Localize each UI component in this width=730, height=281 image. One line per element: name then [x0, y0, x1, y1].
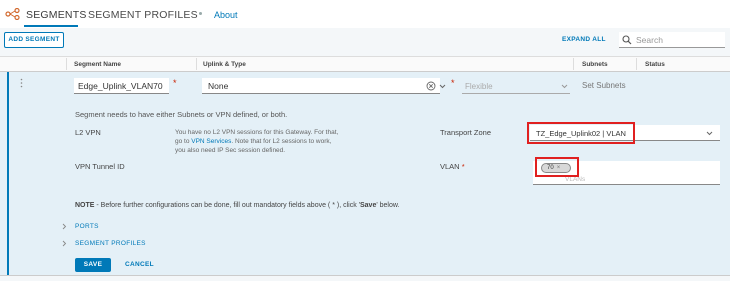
column-header-uplink-type[interactable]: Uplink & Type — [203, 61, 246, 68]
highlight-box — [535, 157, 579, 177]
uplink-type-select[interactable]: None — [202, 78, 440, 94]
required-asterisk: * — [451, 78, 455, 88]
tab-segments[interactable]: SEGMENTS — [26, 9, 87, 21]
chevron-right-icon[interactable] — [62, 223, 67, 230]
note-save-word: Save — [359, 202, 377, 209]
clear-icon[interactable] — [426, 81, 436, 91]
highlight-box — [527, 122, 635, 144]
search-icon[interactable] — [622, 35, 632, 45]
l2vpn-message-line: You have no L2 VPN sessions for this Gat… — [175, 129, 339, 136]
note-text: ' below. — [376, 202, 400, 209]
chevron-down-icon[interactable] — [561, 84, 568, 89]
cancel-button[interactable]: CANCEL — [125, 261, 154, 268]
column-divider — [66, 58, 67, 70]
add-segment-button[interactable]: ADD SEGMENT — [4, 32, 64, 48]
l2vpn-message-text: go to — [175, 138, 192, 145]
segment-name-field[interactable]: Edge_Uplink_VLAN70 — [74, 78, 169, 94]
tab-active-indicator — [24, 25, 78, 27]
column-header-segment-name[interactable]: Segment Name — [74, 61, 121, 68]
vpn-tunnel-id-label: VPN Tunnel ID — [75, 162, 125, 171]
transport-zone-label: Transport Zone — [440, 128, 491, 137]
save-button[interactable]: SAVE — [75, 258, 111, 272]
column-divider — [636, 58, 637, 70]
column-header-subnets[interactable]: Subnets — [582, 61, 608, 68]
vlan-label-text: VLAN — [440, 162, 460, 171]
vlan-placeholder: VLANs — [565, 176, 586, 183]
required-asterisk: * — [173, 78, 177, 88]
tab-segment-profiles[interactable]: SEGMENT PROFILES — [88, 9, 198, 21]
column-header-status[interactable]: Status — [645, 61, 665, 68]
l2vpn-message-line: go to VPN Services. Note that for L2 ses… — [175, 137, 345, 146]
row-actions-icon[interactable] — [20, 78, 23, 88]
l2vpn-message-text: . Note that for L2 sessions to work, — [231, 138, 332, 145]
segment-profiles-expander[interactable]: SEGMENT PROFILES — [75, 240, 146, 247]
bottom-border — [0, 275, 730, 281]
l2vpn-label: L2 VPN — [75, 128, 101, 137]
vpn-services-link[interactable]: VPN Services — [191, 138, 231, 145]
column-divider — [196, 58, 197, 70]
row-gutter — [0, 72, 7, 275]
set-subnets-link[interactable]: Set Subnets — [582, 81, 626, 90]
note-text: - Before further configurations can be d… — [94, 202, 360, 209]
chevron-down-icon[interactable] — [439, 84, 446, 89]
required-asterisk: * — [461, 162, 465, 171]
l2vpn-message-line: you also need IP Sec session defined. — [175, 147, 286, 154]
tab-separator-dot — [199, 12, 202, 15]
replication-mode-select[interactable]: Flexible — [462, 78, 570, 94]
chevron-right-icon[interactable] — [62, 240, 67, 247]
expand-all-button[interactable]: EXPAND ALL — [562, 36, 606, 43]
mandatory-fields-note: NOTE - Before further configurations can… — [75, 202, 399, 209]
vlan-label: VLAN * — [440, 162, 465, 171]
column-divider — [573, 58, 574, 70]
segments-icon — [5, 8, 20, 20]
search-input[interactable] — [636, 34, 722, 46]
note-prefix: NOTE — [75, 202, 95, 209]
ports-expander[interactable]: PORTS — [75, 223, 99, 230]
chevron-down-icon[interactable] — [706, 131, 713, 136]
subnet-vpn-notice: Segment needs to have either Subnets or … — [75, 110, 288, 119]
l2vpn-message: You have no L2 VPN sessions for this Gat… — [175, 128, 345, 155]
tab-about[interactable]: About — [214, 10, 238, 20]
